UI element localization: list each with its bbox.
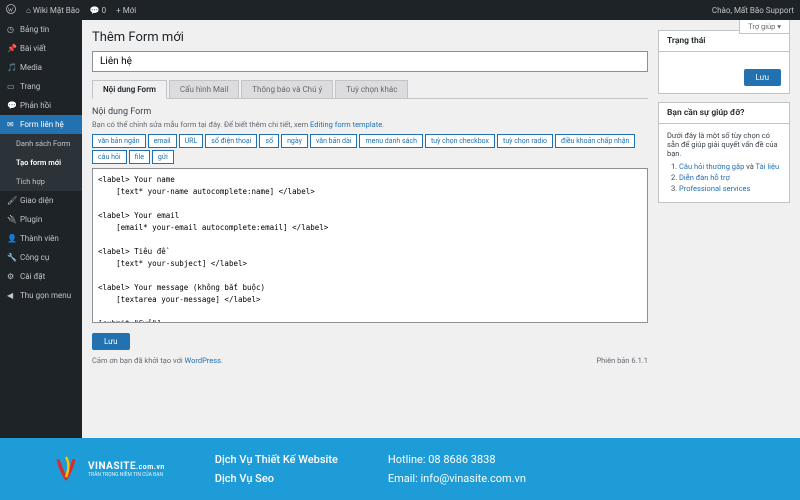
sidebar-sub-new-form[interactable]: Tạo form mới — [0, 153, 82, 172]
user-icon: 👤 — [7, 234, 16, 243]
form-content-textarea[interactable] — [92, 168, 648, 323]
logo-icon — [50, 453, 82, 485]
sidebar-item-media[interactable]: 🎵Media — [0, 58, 82, 77]
account-menu[interactable]: Chào, Mất Bão Support — [712, 6, 794, 15]
comment-icon: 💬 — [90, 6, 100, 15]
footer-version: Phiên bản 6.1.1 — [596, 356, 648, 365]
tag-date[interactable]: ngày — [281, 134, 308, 148]
sidebar-item-contact-form[interactable]: ✉Form liên hệ — [0, 115, 82, 134]
tag-checkbox[interactable]: tuỳ chọn checkbox — [425, 134, 495, 148]
save-button-bottom[interactable]: Lưu — [92, 333, 130, 350]
wordpress-link[interactable]: WordPress — [185, 356, 221, 365]
vinasite-logo: VINASITE.com.vn TRÂN TRỌNG NIỀM TIN CỦA … — [50, 453, 165, 485]
sidebar-item-posts[interactable]: 📌Bài viết — [0, 39, 82, 58]
media-icon: 🎵 — [7, 63, 16, 72]
sidebar-item-tools[interactable]: 🔧Công cụ — [0, 248, 82, 267]
tag-submit[interactable]: gửi — [152, 150, 174, 164]
service-web-design: Dịch Vụ Thiết Kế Website — [215, 453, 338, 466]
brush-icon: 🖌 — [7, 196, 16, 205]
hotline-text: Hotline: 08 8686 3838 — [388, 453, 526, 466]
collapse-icon: ◀ — [7, 291, 16, 300]
sidebar-sub-form-list[interactable]: Danh sách Form — [0, 134, 82, 153]
plugin-icon: 🔌 — [7, 215, 16, 224]
tab-mail[interactable]: Cấu hình Mail — [169, 80, 239, 98]
forum-link[interactable]: Diễn đàn hỗ trợ — [679, 173, 730, 182]
page-title: Thêm Form mới — [92, 30, 648, 45]
form-icon: ✉ — [7, 120, 16, 129]
sidebar-item-pages[interactable]: ▭Trang — [0, 77, 82, 96]
template-doc-link[interactable]: Editing form template — [310, 120, 382, 129]
section-description: Bạn có thể chỉnh sửa mẫu form tại đây. Đ… — [92, 120, 648, 129]
tag-number[interactable]: số — [259, 134, 279, 148]
comment-icon: 💬 — [7, 101, 16, 110]
tag-acceptance[interactable]: điều khoản chấp nhận — [555, 134, 635, 148]
pro-services-link[interactable]: Professional services — [679, 184, 750, 193]
sidebar-item-dashboard[interactable]: ◷Bảng tin — [0, 20, 82, 39]
wrench-icon: 🔧 — [7, 253, 16, 262]
help-tab[interactable]: Trợ giúp ▾ — [739, 20, 790, 34]
tag-radio[interactable]: tuỳ chọn radio — [497, 134, 553, 148]
tag-url[interactable]: URL — [179, 134, 204, 148]
tag-text[interactable]: văn bản ngắn — [92, 134, 146, 148]
sidebar-item-users[interactable]: 👤Thành viên — [0, 229, 82, 248]
site-name-link[interactable]: ⌂ Wiki Mặt Bão — [26, 6, 80, 15]
faq-link[interactable]: Câu hỏi thường gặp — [679, 162, 744, 171]
sidebar-sub-integration[interactable]: Tích hợp — [0, 172, 82, 191]
tab-messages[interactable]: Thông báo và Chú ý — [241, 80, 333, 98]
wp-logo-icon[interactable] — [6, 4, 16, 16]
save-button-sidebar[interactable]: Lưu — [744, 69, 782, 86]
home-icon: ⌂ — [26, 6, 31, 15]
gear-icon: ⚙ — [7, 272, 16, 281]
tab-additional[interactable]: Tuỳ chọn khác — [335, 80, 408, 98]
tag-generator-buttons: văn bản ngắn email URL số điện thoại số … — [92, 134, 648, 164]
status-box: Trạng thái Lưu — [658, 30, 790, 94]
tag-quiz[interactable]: câu hỏi — [92, 150, 127, 164]
dashboard-icon: ◷ — [7, 25, 16, 34]
status-box-title: Trạng thái — [659, 31, 789, 52]
admin-toolbar: ⌂ Wiki Mặt Bão 💬 0 + Mới Chào, Mất Bão S… — [0, 0, 800, 20]
sidebar-item-comments[interactable]: 💬Phản hồi — [0, 96, 82, 115]
page-icon: ▭ — [7, 82, 16, 91]
service-seo: Dịch Vụ Seo — [215, 472, 338, 485]
help-box-title: Bạn cần sự giúp đỡ? — [659, 103, 789, 124]
sidebar-item-plugins[interactable]: 🔌Plugin — [0, 210, 82, 229]
tag-tel[interactable]: số điện thoại — [205, 134, 257, 148]
new-content-link[interactable]: + Mới — [116, 6, 136, 15]
form-tabs: Nội dung Form Cấu hình Mail Thông báo và… — [92, 80, 648, 99]
comments-link[interactable]: 💬 0 — [90, 6, 106, 15]
help-desc: Dưới đây là một số tùy chọn có sẵn để gi… — [667, 131, 781, 158]
help-item-forum: Diễn đàn hỗ trợ — [679, 173, 781, 182]
help-item-faq: Câu hỏi thường gặp và Tài liệu — [679, 162, 781, 171]
tab-form-content[interactable]: Nội dung Form — [92, 80, 167, 99]
admin-sidebar: ◷Bảng tin 📌Bài viết 🎵Media ▭Trang 💬Phản … — [0, 20, 82, 438]
tag-textarea[interactable]: văn bản dài — [310, 134, 358, 148]
brand-banner: VINASITE.com.vn TRÂN TRỌNG NIỀM TIN CỦA … — [0, 438, 800, 500]
tag-file[interactable]: file — [129, 150, 150, 164]
email-text: Email: info@vinasite.com.vn — [388, 472, 526, 485]
sidebar-collapse[interactable]: ◀Thu gọn menu — [0, 286, 82, 305]
footer-thanks: Cảm ơn bạn đã khởi tạo với WordPress. — [92, 356, 223, 365]
help-item-pro: Professional services — [679, 184, 781, 193]
section-heading: Nội dung Form — [92, 107, 648, 117]
sidebar-item-appearance[interactable]: 🖌Giao diện — [0, 191, 82, 210]
help-box: Bạn cần sự giúp đỡ? Dưới đây là một số t… — [658, 102, 790, 203]
tag-email[interactable]: email — [148, 134, 177, 148]
docs-link[interactable]: Tài liệu — [756, 162, 780, 171]
form-title-input[interactable] — [92, 51, 648, 72]
pin-icon: 📌 — [7, 44, 16, 53]
tag-select[interactable]: menu danh sách — [359, 134, 422, 148]
sidebar-item-settings[interactable]: ⚙Cài đặt — [0, 267, 82, 286]
